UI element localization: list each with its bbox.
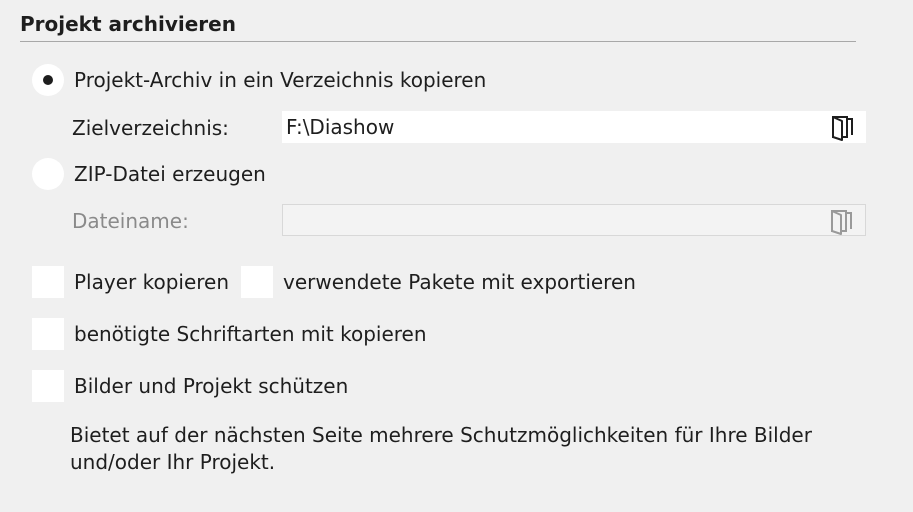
checkbox-copy-player-label[interactable]: Player kopieren <box>74 270 229 294</box>
folder-icon[interactable] <box>829 209 855 235</box>
checkbox-protect-label[interactable]: Bilder und Projekt schützen <box>74 374 348 398</box>
folder-icon[interactable] <box>830 115 856 141</box>
checkbox-protect[interactable] <box>32 370 64 402</box>
checkbox-copy-fonts-label[interactable]: benötigte Schriftarten mit kopieren <box>74 322 427 346</box>
checkbox-copy-fonts[interactable] <box>32 318 64 350</box>
file-name-field[interactable] <box>282 204 866 236</box>
protection-description: Bietet auf der nächsten Seite mehrere Sc… <box>70 423 812 474</box>
section-divider <box>20 41 856 42</box>
radio-copy-to-directory[interactable] <box>32 64 64 96</box>
file-name-label: Dateiname: <box>72 209 189 233</box>
target-directory-field[interactable]: F:\Diashow <box>282 111 866 143</box>
checkbox-export-packages[interactable] <box>241 266 273 298</box>
target-directory-value: F:\Diashow <box>286 115 395 139</box>
section-title: Projekt archivieren <box>20 12 236 36</box>
target-directory-label: Zielverzeichnis: <box>72 116 229 140</box>
checkbox-copy-player[interactable] <box>32 266 64 298</box>
checkbox-export-packages-label[interactable]: verwendete Pakete mit exportieren <box>283 270 636 294</box>
radio-copy-to-directory-label[interactable]: Projekt-Archiv in ein Verzeichnis kopier… <box>74 68 486 92</box>
radio-create-zip[interactable] <box>32 158 64 190</box>
radio-create-zip-label[interactable]: ZIP-Datei erzeugen <box>74 162 266 186</box>
radio-selected-dot <box>43 75 53 85</box>
